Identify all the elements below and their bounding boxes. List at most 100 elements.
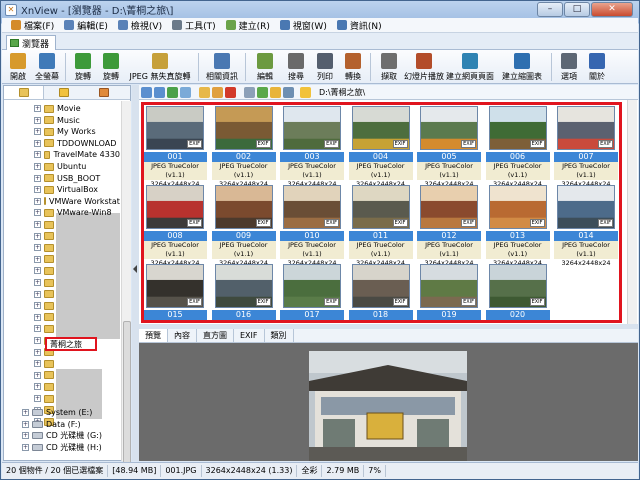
expand-icon[interactable]: + xyxy=(34,267,41,275)
minimize-button[interactable]: – xyxy=(537,2,563,17)
tree-item[interactable]: + TravelMate 4330 xyxy=(4,149,120,160)
menu-item-3[interactable]: 工具(T) xyxy=(167,19,221,32)
maximize-button[interactable]: □ xyxy=(564,2,590,17)
expand-icon[interactable]: + xyxy=(34,163,41,170)
up-folder-icon[interactable] xyxy=(167,86,178,98)
copy-icon[interactable] xyxy=(212,86,223,98)
expand-icon[interactable]: + xyxy=(34,221,41,228)
info-tab[interactable]: EXIF xyxy=(234,329,265,342)
expand-icon[interactable]: + xyxy=(34,255,41,263)
tree-item[interactable]: + xyxy=(4,277,120,288)
tree-item[interactable]: + Movie xyxy=(4,103,120,114)
toolbar-button-rotate-left[interactable]: 旋轉 xyxy=(69,50,97,84)
expand-icon[interactable]: + xyxy=(34,371,41,379)
toolbar-button-about[interactable]: 關於 xyxy=(583,50,611,84)
collapse-arrow-icon[interactable] xyxy=(133,265,137,273)
favorite-star-icon[interactable] xyxy=(300,86,311,98)
filter-icon[interactable] xyxy=(270,86,281,98)
tree-item[interactable]: + VMware-Win8 xyxy=(4,207,120,218)
toolbar-button-print[interactable]: 列印 xyxy=(311,50,339,84)
toolbar-button-contact-sheet[interactable]: 建立縮圖表 xyxy=(496,50,548,84)
browser-scrollbar[interactable] xyxy=(627,100,637,324)
expand-icon[interactable]: + xyxy=(34,395,41,402)
tree-item[interactable]: + xyxy=(4,312,120,323)
expand-icon[interactable]: + xyxy=(34,209,41,217)
expand-icon[interactable]: + xyxy=(34,279,41,286)
menu-item-6[interactable]: 資訊(N) xyxy=(332,19,387,32)
tree-item[interactable]: + My Works xyxy=(4,126,120,137)
pane-splitter[interactable] xyxy=(132,85,139,461)
expand-icon[interactable]: + xyxy=(34,151,41,159)
tree-item[interactable]: + VirtualBox xyxy=(4,184,120,195)
expand-icon[interactable]: + xyxy=(22,443,29,451)
toolbar-button-jpeg-lossless[interactable]: JPEG 無失真旋轉 xyxy=(125,50,195,84)
expand-icon[interactable]: + xyxy=(34,116,41,124)
tree-item-selected-folder[interactable]: 菁桐之旅 xyxy=(45,337,97,351)
scrollbar-thumb[interactable] xyxy=(123,321,131,471)
path-field[interactable]: D:\菁桐之旅\ xyxy=(319,87,365,98)
tree-item[interactable]: + xyxy=(4,231,120,242)
tree-item[interactable]: + USB_BOOT xyxy=(4,173,120,184)
expand-icon[interactable]: + xyxy=(22,420,29,428)
tree-item[interactable]: + xyxy=(4,254,120,265)
back-icon[interactable] xyxy=(141,86,152,98)
toolbar-button-rotate-right[interactable]: 旋轉 xyxy=(97,50,125,84)
tree-item[interactable]: + xyxy=(4,393,120,404)
toolbar-button-capture[interactable]: 擷取 xyxy=(374,50,404,84)
forward-icon[interactable] xyxy=(154,86,165,98)
sort-icon[interactable] xyxy=(257,86,268,98)
view-mode-icon[interactable] xyxy=(244,86,255,98)
expand-icon[interactable]: + xyxy=(34,139,41,147)
tab-folders[interactable] xyxy=(4,86,44,99)
delete-icon[interactable] xyxy=(225,86,236,98)
expand-icon[interactable]: + xyxy=(22,409,29,416)
toolbar-button-info[interactable]: 相關資訊 xyxy=(202,50,242,84)
tree-item[interactable]: + xyxy=(4,219,120,230)
tab-favorites[interactable] xyxy=(44,86,84,99)
info-tab[interactable]: 內容 xyxy=(168,329,197,342)
expand-icon[interactable]: + xyxy=(34,174,41,182)
tree-item[interactable]: + xyxy=(4,358,120,369)
toolbar-button-slideshow[interactable]: 幻燈片播放 xyxy=(404,50,444,84)
expand-icon[interactable]: + xyxy=(22,432,29,440)
menu-item-0[interactable]: 檔案(F) xyxy=(6,19,59,32)
tree-drive-item[interactable]: + System (E:) xyxy=(4,407,120,418)
tree-item[interactable]: + xyxy=(4,289,120,300)
close-button[interactable]: ✕ xyxy=(591,2,633,17)
expand-icon[interactable]: + xyxy=(34,313,41,321)
expand-icon[interactable]: + xyxy=(34,232,41,240)
toolbar-button-fullscreen[interactable]: 全螢幕 xyxy=(32,50,62,84)
expand-icon[interactable]: + xyxy=(34,197,41,205)
toolbar-button-open-folder[interactable]: 開啟 xyxy=(4,50,32,84)
toolbar-button-webpage[interactable]: 建立網頁頁面 xyxy=(444,50,496,84)
expand-icon[interactable]: + xyxy=(34,105,41,112)
tree-drive-item[interactable]: + CD 光碟機 (G:) xyxy=(4,430,120,441)
tree-drive-item[interactable]: + Data (F:) xyxy=(4,419,120,430)
refresh-icon[interactable] xyxy=(180,86,191,98)
menu-item-1[interactable]: 編輯(E) xyxy=(59,19,113,32)
info-tab[interactable]: 直方圖 xyxy=(197,329,234,342)
menu-item-5[interactable]: 視窗(W) xyxy=(275,19,332,32)
expand-icon[interactable]: + xyxy=(34,244,41,252)
tab-browser[interactable]: 瀏覽器 xyxy=(6,35,56,50)
tree-item[interactable]: + xyxy=(4,323,120,334)
menu-item-2[interactable]: 檢視(V) xyxy=(113,19,167,32)
tree-item[interactable]: + Music xyxy=(4,115,120,126)
expand-icon[interactable]: + xyxy=(34,128,41,136)
tree-item[interactable]: + xyxy=(4,381,120,392)
toolbar-button-convert[interactable]: 轉換 xyxy=(339,50,367,84)
tree-item[interactable]: + Ubuntu xyxy=(4,161,120,172)
toolbar-button-gear[interactable]: 選項 xyxy=(555,50,583,84)
expand-icon[interactable]: + xyxy=(34,337,41,344)
expand-icon[interactable]: + xyxy=(34,186,41,194)
expand-icon[interactable]: + xyxy=(34,290,41,298)
tree-item[interactable]: + TDDOWNLOAD xyxy=(4,138,120,149)
sync-icon[interactable] xyxy=(283,86,294,98)
expand-icon[interactable]: + xyxy=(34,325,41,333)
tree-item[interactable]: + xyxy=(4,265,120,276)
info-tab[interactable]: 預覽 xyxy=(139,329,168,342)
tree-item[interactable]: + VMWare Workstation xyxy=(4,196,120,207)
tree-item[interactable]: + xyxy=(4,300,120,311)
toolbar-button-search[interactable]: 搜尋 xyxy=(281,50,311,84)
expand-icon[interactable]: + xyxy=(34,360,41,368)
